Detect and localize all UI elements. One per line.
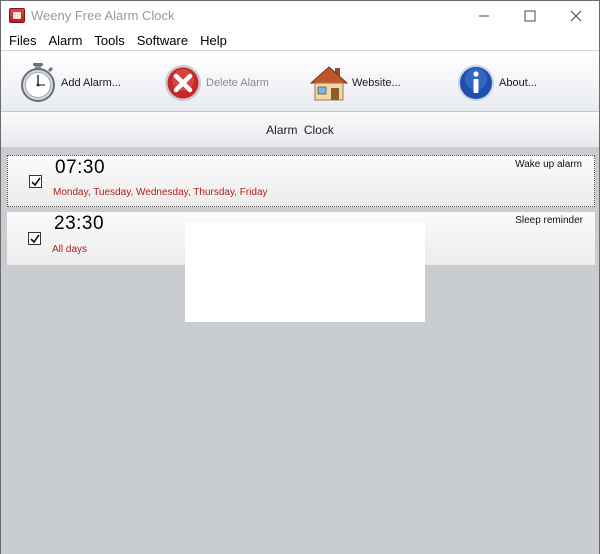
checkmark-icon — [31, 177, 41, 187]
menu-software[interactable]: Software — [131, 31, 194, 50]
section-title: Alarm Clock — [266, 122, 334, 137]
menu-bar: Files Alarm Tools Software Help — [1, 31, 599, 50]
info-icon — [458, 65, 494, 101]
minimize-icon — [479, 15, 489, 17]
app-icon — [9, 8, 25, 23]
title-bar[interactable]: Weeny Free Alarm Clock — [1, 1, 599, 31]
alarm-2-days: All days — [52, 244, 88, 255]
website-button[interactable]: Website... — [309, 62, 401, 104]
menu-files[interactable]: Files — [3, 31, 42, 50]
alarm-2-checkbox[interactable] — [28, 232, 41, 245]
window-title: Weeny Free Alarm Clock — [31, 8, 175, 23]
menu-alarm[interactable]: Alarm — [42, 31, 88, 50]
close-button[interactable] — [553, 1, 599, 31]
toolbar: Add Alarm... Delete Alarm Website... Abo… — [1, 50, 599, 112]
app-window: Weeny Free Alarm Clock Files Alarm Tools… — [0, 0, 600, 554]
alarm-1-days: Monday, Tuesday, Wednesday, Thursday, Fr… — [53, 187, 268, 198]
about-label: About... — [499, 77, 537, 89]
add-alarm-label: Add Alarm... — [61, 77, 121, 89]
menu-help[interactable]: Help — [194, 31, 233, 50]
header-band: Alarm Clock — [1, 112, 599, 148]
delete-icon — [165, 65, 201, 101]
blank-overlay — [185, 223, 425, 322]
delete-alarm-button[interactable]: Delete Alarm — [163, 62, 269, 104]
add-alarm-button[interactable]: Add Alarm... — [18, 62, 121, 104]
alarm-list: 07:30 Monday, Tuesday, Wednesday, Thursd… — [1, 148, 599, 554]
alarm-2-time: 23:30 — [54, 213, 105, 234]
alarm-2-name: Sleep reminder — [515, 215, 583, 226]
checkmark-icon — [30, 234, 40, 244]
close-icon — [570, 10, 582, 22]
about-button[interactable]: About... — [456, 62, 537, 104]
stopwatch-icon — [21, 63, 55, 102]
menu-tools[interactable]: Tools — [88, 31, 130, 50]
maximize-icon — [524, 10, 536, 22]
alarm-1-name: Wake up alarm — [515, 159, 582, 170]
website-label: Website... — [352, 77, 401, 89]
maximize-button[interactable] — [507, 1, 553, 31]
delete-alarm-label: Delete Alarm — [206, 77, 269, 89]
alarm-row-1[interactable]: 07:30 Monday, Tuesday, Wednesday, Thursd… — [7, 155, 595, 207]
minimize-button[interactable] — [461, 1, 507, 31]
house-icon — [309, 66, 349, 101]
alarm-1-time: 07:30 — [55, 157, 106, 178]
alarm-1-checkbox[interactable] — [29, 175, 42, 188]
